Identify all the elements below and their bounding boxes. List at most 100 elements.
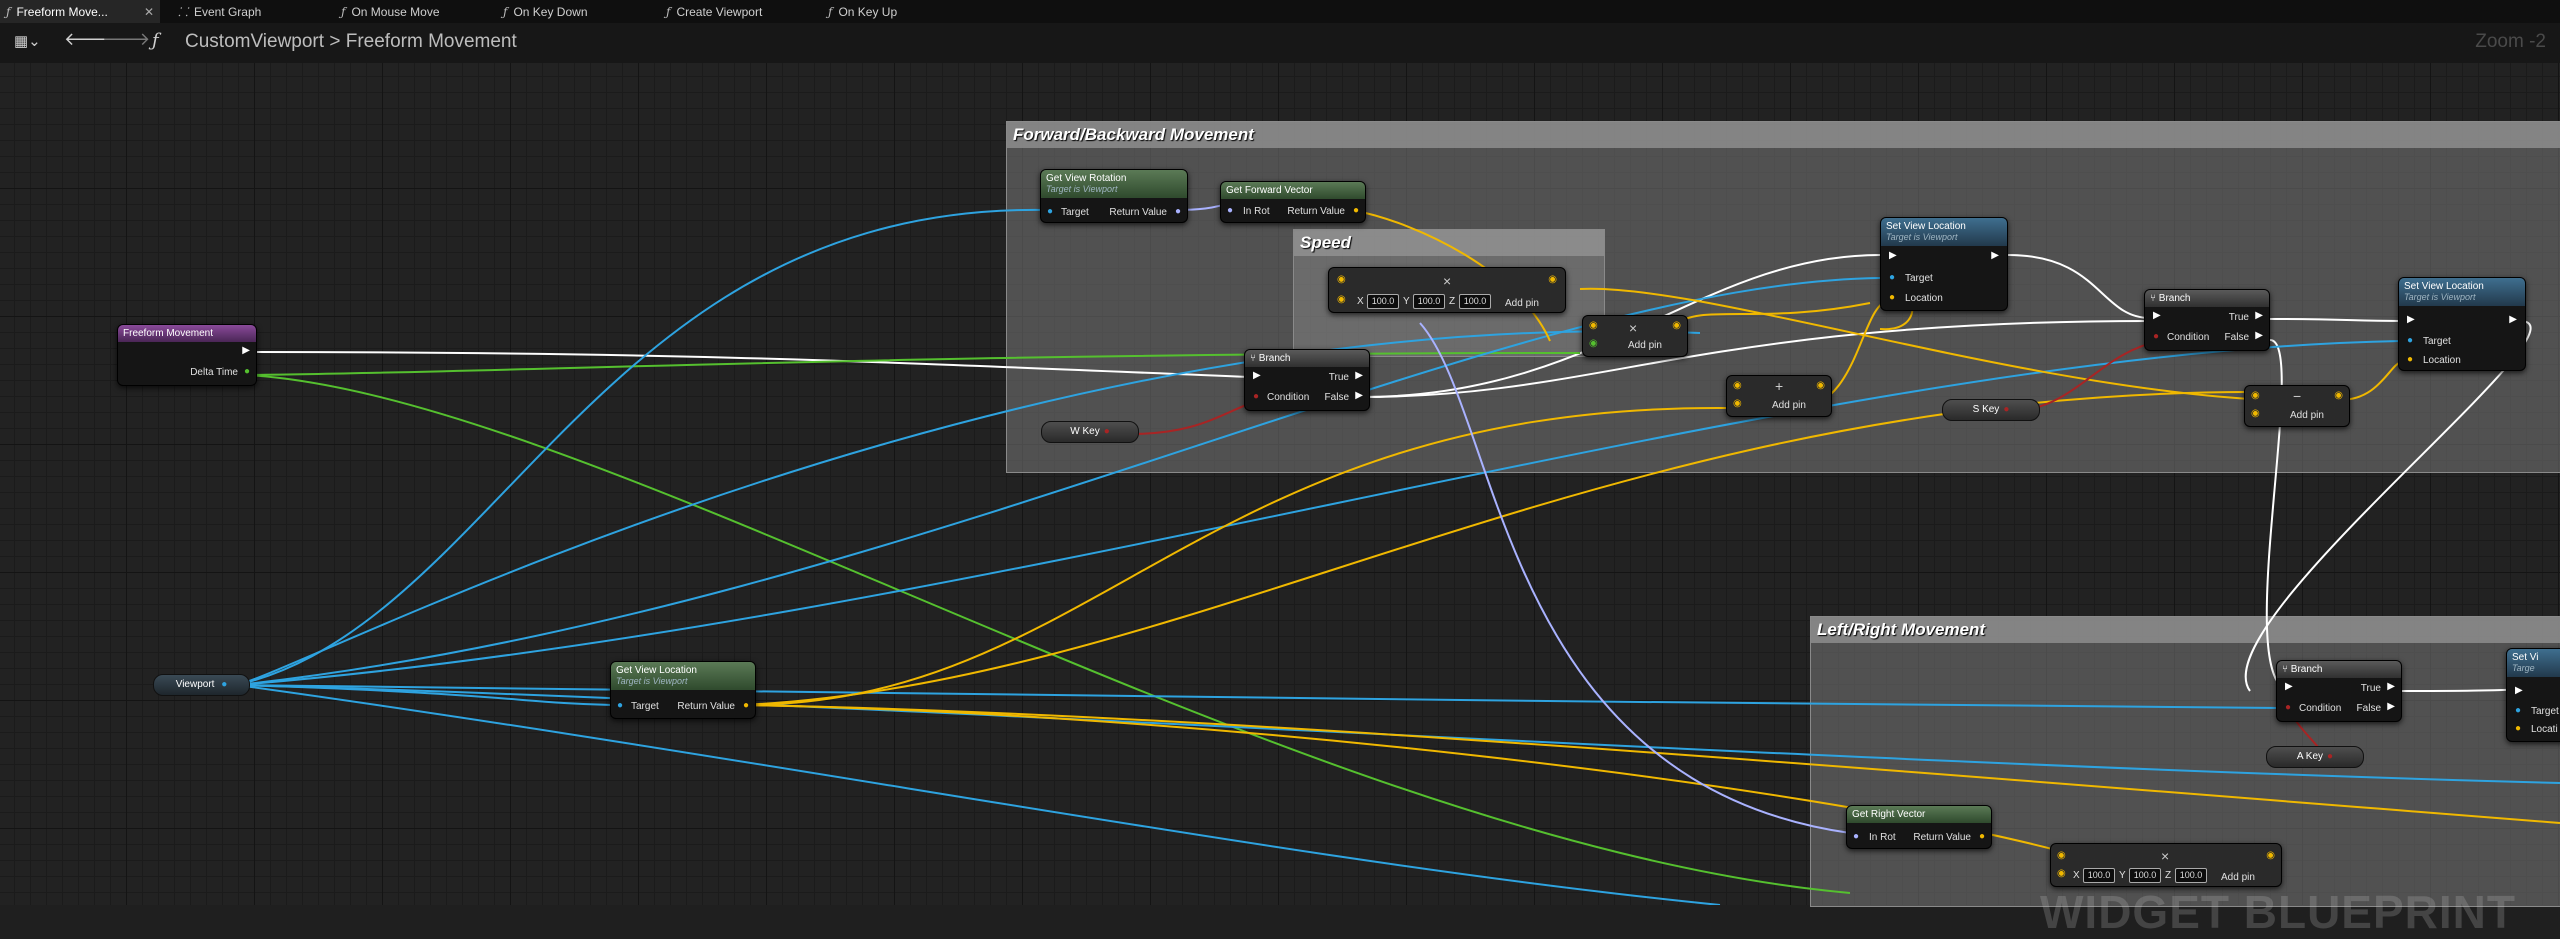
viewport-variable-node[interactable]: Viewport ● bbox=[153, 674, 250, 696]
vector-pin-icon[interactable]: ● bbox=[2407, 354, 2413, 365]
s-key-node[interactable]: S Key ● bbox=[1942, 399, 2040, 421]
vector-pin-icon[interactable]: ● bbox=[743, 700, 749, 711]
multiply-node[interactable]: ◉ ◉ × X 100.0 Y 100.0 Z 100.0 Add pin ◉ bbox=[2050, 843, 2282, 887]
vector-pin-icon[interactable]: ● bbox=[1979, 831, 1985, 842]
float-pin-icon[interactable]: ◉ bbox=[1589, 338, 1598, 349]
object-pin-icon[interactable]: ● bbox=[1047, 206, 1053, 217]
object-pin-icon[interactable]: ● bbox=[2407, 335, 2413, 346]
exec-out-pin-icon[interactable]: ▶ bbox=[2255, 310, 2263, 321]
branch-node[interactable]: ⑂ Branch ▶ True ▶ ● Condition False ▶ bbox=[2276, 660, 2402, 722]
exec-in-pin-icon[interactable]: ▶ bbox=[2285, 681, 2293, 692]
bool-pin-icon[interactable]: ● bbox=[1253, 391, 1259, 402]
vector-pin-icon[interactable]: ◉ bbox=[2334, 390, 2343, 401]
bool-pin-icon[interactable]: ● bbox=[2003, 404, 2009, 415]
vector-pin-icon[interactable]: ◉ bbox=[2057, 868, 2066, 879]
exec-out-pin-icon[interactable]: ▶ bbox=[242, 345, 250, 356]
y-field[interactable]: 100.0 bbox=[1413, 294, 1445, 309]
multiply-node[interactable]: ◉ ◉ × X 100.0 Y 100.0 Z 100.0 Add pin ◉ bbox=[1328, 267, 1566, 313]
breadcrumb-root[interactable]: CustomViewport bbox=[185, 31, 324, 52]
add-pin-label[interactable]: Add pin bbox=[1505, 298, 1539, 309]
exec-in-pin-icon[interactable]: ▶ bbox=[1253, 370, 1261, 381]
set-view-location-node[interactable]: Set View Location Target is Viewport ▶ ▶ … bbox=[1880, 217, 2008, 311]
object-pin-icon[interactable]: ● bbox=[1889, 272, 1895, 283]
vector-pin-icon[interactable]: ● bbox=[1353, 205, 1359, 216]
vector-pin-icon[interactable]: ◉ bbox=[2057, 850, 2066, 861]
x-field[interactable]: 100.0 bbox=[1367, 294, 1399, 309]
rotator-pin-icon[interactable]: ● bbox=[1175, 206, 1181, 217]
branch-icon: ⑂ bbox=[1250, 353, 1259, 364]
bool-pin-icon[interactable]: ● bbox=[2153, 331, 2159, 342]
exec-in-pin-icon[interactable]: ▶ bbox=[2515, 685, 2523, 696]
exec-out-pin-icon[interactable]: ▶ bbox=[1355, 370, 1363, 381]
w-key-node[interactable]: W Key ● bbox=[1041, 421, 1139, 443]
vector-pin-icon[interactable]: ◉ bbox=[1548, 274, 1557, 285]
vector-pin-icon[interactable]: ◉ bbox=[1816, 380, 1825, 391]
function-entry-node[interactable]: Freeform Movement ▶ Delta Time ● bbox=[117, 324, 257, 386]
exec-in-pin-icon[interactable]: ▶ bbox=[2407, 314, 2415, 325]
exec-out-pin-icon[interactable]: ▶ bbox=[2387, 701, 2395, 712]
object-pin-icon[interactable]: ● bbox=[221, 679, 227, 690]
exec-out-pin-icon[interactable]: ▶ bbox=[2387, 681, 2395, 692]
bool-wire bbox=[2019, 340, 2161, 412]
object-pin-icon[interactable]: ● bbox=[617, 700, 623, 711]
multiply-node[interactable]: ◉ ◉ × Add pin ◉ bbox=[1582, 315, 1688, 357]
bool-pin-icon[interactable]: ● bbox=[1104, 426, 1110, 437]
a-key-node[interactable]: A Key ● bbox=[2266, 746, 2364, 768]
vector-pin-icon[interactable]: ◉ bbox=[1337, 294, 1346, 305]
x-field[interactable]: 100.0 bbox=[2083, 868, 2115, 883]
vector-pin-icon[interactable]: ◉ bbox=[1733, 380, 1742, 391]
z-field[interactable]: 100.0 bbox=[1459, 294, 1491, 309]
vector-pin-icon[interactable]: ◉ bbox=[1337, 274, 1346, 285]
tab-on-mouse-move[interactable]: ƒ On Mouse Move bbox=[335, 0, 485, 23]
get-view-location-node[interactable]: Get View Location Target is Viewport ● Ta… bbox=[610, 661, 756, 719]
tab-freeform-movement[interactable]: ƒ Freeform Move... ✕ bbox=[0, 0, 160, 23]
add-pin-label[interactable]: Add pin bbox=[1772, 400, 1806, 411]
get-forward-vector-node[interactable]: Get Forward Vector ● In Rot Return Value… bbox=[1220, 181, 1366, 223]
subtract-node[interactable]: ◉ ◉ − Add pin ◉ bbox=[2244, 385, 2350, 427]
exec-out-pin-icon[interactable]: ▶ bbox=[2255, 330, 2263, 341]
object-pin-icon[interactable]: ● bbox=[2515, 705, 2521, 716]
close-icon[interactable]: ✕ bbox=[144, 5, 154, 19]
y-field[interactable]: 100.0 bbox=[2129, 868, 2161, 883]
tab-event-graph[interactable]: ⸬ Event Graph bbox=[172, 0, 322, 23]
add-pin-label[interactable]: Add pin bbox=[2290, 410, 2324, 421]
exec-in-pin-icon[interactable]: ▶ bbox=[2153, 310, 2161, 321]
tab-on-key-up[interactable]: ƒ On Key Up bbox=[822, 0, 972, 23]
bool-pin-icon[interactable]: ● bbox=[2285, 702, 2291, 713]
add-pin-label[interactable]: Add pin bbox=[1628, 340, 1662, 351]
branch-node[interactable]: ⑂ Branch ▶ True ▶ ● Condition False ▶ bbox=[2144, 289, 2270, 351]
tab-on-key-down[interactable]: ƒ On Key Down bbox=[497, 0, 647, 23]
get-right-vector-node[interactable]: Get Right Vector ● In Rot Return Value ● bbox=[1846, 805, 1992, 849]
vector-pin-icon[interactable]: ◉ bbox=[1733, 398, 1742, 409]
rotator-pin-icon[interactable]: ● bbox=[1853, 831, 1859, 842]
forward-arrow-icon[interactable]: 🡒 bbox=[102, 29, 150, 50]
node-subtitle: Target is Viewport bbox=[1046, 184, 1118, 194]
get-view-rotation-node[interactable]: Get View Rotation Target is Viewport ● Ta… bbox=[1040, 169, 1188, 223]
add-node[interactable]: ◉ ◉ + Add pin ◉ bbox=[1726, 375, 1832, 417]
set-view-location-node[interactable]: Set Vi Targe ▶ ● Target ● Locati bbox=[2506, 648, 2560, 742]
vector-pin-icon[interactable]: ◉ bbox=[2266, 850, 2275, 861]
set-view-location-node[interactable]: Set View Location Target is Viewport ▶ ▶ … bbox=[2398, 277, 2526, 371]
bookmark-dropdown-icon[interactable]: ▦⌄ bbox=[14, 32, 41, 50]
exec-out-pin-icon[interactable]: ▶ bbox=[1991, 250, 1999, 261]
plus-icon: + bbox=[1775, 378, 1784, 394]
add-pin-label[interactable]: Add pin bbox=[2221, 872, 2255, 883]
location-label: Locati bbox=[2531, 724, 2558, 735]
vector-pin-icon[interactable]: ● bbox=[1889, 292, 1895, 303]
bool-pin-icon[interactable]: ● bbox=[2327, 751, 2333, 762]
branch-node[interactable]: ⑂ Branch ▶ True ▶ ● Condition False ▶ bbox=[1244, 349, 1370, 411]
graph-canvas[interactable]: Forward/Backward Movement Speed Left/Rig… bbox=[0, 63, 2560, 938]
exec-in-pin-icon[interactable]: ▶ bbox=[1889, 250, 1897, 261]
vector-pin-icon[interactable]: ● bbox=[2515, 723, 2521, 734]
vector-pin-icon[interactable]: ◉ bbox=[2251, 390, 2260, 401]
vector-pin-icon[interactable]: ◉ bbox=[2251, 408, 2260, 419]
tab-create-viewport[interactable]: ƒ Create Viewport bbox=[660, 0, 810, 23]
function-icon: ƒ bbox=[6, 4, 11, 19]
rotator-pin-icon[interactable]: ● bbox=[1227, 205, 1233, 216]
exec-out-pin-icon[interactable]: ▶ bbox=[1355, 390, 1363, 401]
vector-pin-icon[interactable]: ◉ bbox=[1672, 320, 1681, 331]
float-pin-icon[interactable]: ● bbox=[244, 366, 250, 377]
exec-out-pin-icon[interactable]: ▶ bbox=[2509, 314, 2517, 325]
vector-pin-icon[interactable]: ◉ bbox=[1589, 320, 1598, 331]
z-field[interactable]: 100.0 bbox=[2175, 868, 2207, 883]
